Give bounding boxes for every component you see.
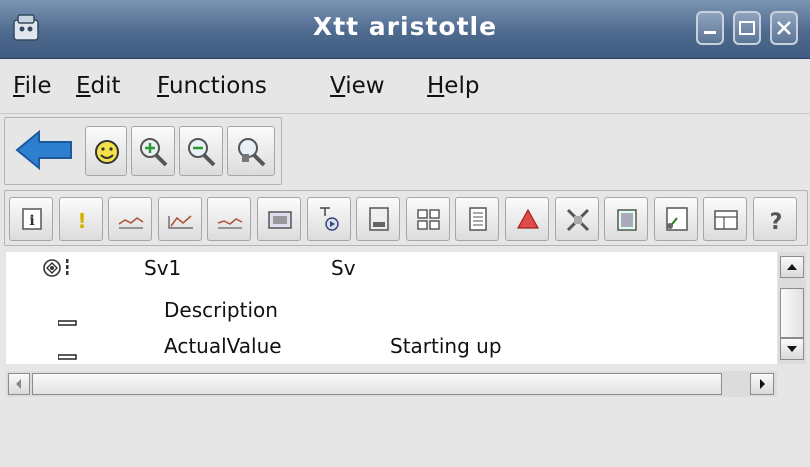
menu-functions[interactable]: Functions (157, 73, 267, 99)
help-class-icon (617, 209, 637, 231)
collect-button[interactable] (654, 197, 698, 241)
vertical-scrollbar[interactable] (778, 252, 806, 364)
object-tree-icon (42, 256, 82, 285)
zoom-out-button[interactable] (179, 126, 223, 176)
smiley-icon (95, 140, 119, 164)
menu-bar: File Edit Functions View Help (0, 59, 810, 114)
attribute-icon (57, 342, 78, 366)
main-toolbar (4, 117, 282, 185)
plc-icon (417, 209, 440, 230)
help-button[interactable]: ? (753, 197, 797, 241)
svg-text:?: ? (770, 210, 783, 235)
attribute-value: Starting up (390, 334, 502, 358)
tree-row[interactable]: Description (6, 298, 777, 328)
zoom-out-icon (188, 138, 216, 167)
scroll-left-button[interactable] (8, 373, 30, 395)
zoom-reset-button[interactable] (227, 126, 275, 176)
attribute-name: Description (164, 298, 278, 322)
zoom-in-button[interactable] (131, 126, 175, 176)
title-bar[interactable]: Xtt aristotle (0, 0, 810, 59)
open-class-icon (369, 207, 389, 231)
maximize-button[interactable] (733, 11, 761, 45)
attribute-name: ActualValue (164, 334, 282, 358)
alarm-icon: ! (77, 209, 86, 233)
back-arrow-icon (15, 129, 72, 171)
functions-toolbar: i!? (4, 190, 808, 246)
maximize-icon (739, 21, 755, 35)
block-events-icon (566, 208, 590, 232)
arrow-up-icon (787, 264, 797, 270)
scroll-down-button[interactable] (780, 338, 804, 360)
history-icon (217, 218, 243, 229)
object-tree[interactable]: Sv1 Sv Description ActualValue Starting … (6, 252, 777, 364)
alarm-button[interactable]: ! (59, 197, 103, 241)
arrow-left-icon (16, 379, 21, 389)
minimize-button[interactable] (696, 11, 724, 45)
collect-icon (666, 207, 688, 231)
scroll-up-button[interactable] (780, 256, 804, 278)
help-class-button[interactable] (604, 197, 648, 241)
menu-help[interactable]: Help (427, 73, 479, 99)
graph-button[interactable] (257, 197, 301, 241)
tree-row[interactable]: ActualValue Starting up (6, 334, 777, 362)
fast-curve-button[interactable] (158, 197, 202, 241)
plc-button[interactable] (406, 197, 450, 241)
tree-row[interactable]: Sv1 Sv (6, 254, 777, 282)
window-title: Xtt aristotle (312, 12, 498, 41)
close-icon (777, 21, 791, 35)
zoom-in-icon (140, 138, 168, 167)
menu-file[interactable]: File (13, 73, 52, 99)
menu-edit[interactable]: Edit (76, 73, 121, 99)
object-class: Sv (331, 256, 356, 280)
close-button[interactable] (770, 11, 798, 45)
fast-curve-icon (168, 215, 193, 229)
attribute-icon (57, 308, 78, 332)
object-info-icon: i (22, 208, 42, 230)
graph-icon (268, 211, 292, 229)
trend-icon (118, 217, 144, 229)
status-area (0, 400, 810, 467)
datasheet-button[interactable] (455, 197, 499, 241)
minimize-icon (704, 31, 716, 34)
block-events-button[interactable] (555, 197, 599, 241)
svg-text:i: i (29, 213, 34, 229)
open-class-button[interactable] (356, 197, 400, 241)
scroll-right-button[interactable] (750, 373, 774, 395)
history-button[interactable] (207, 197, 251, 241)
crossreferences-button[interactable] (307, 197, 351, 241)
svg-text:!: ! (77, 209, 86, 233)
warning-button[interactable] (505, 197, 549, 241)
horizontal-scroll-thumb[interactable] (32, 373, 722, 395)
warning-icon (516, 208, 540, 229)
object-name: Sv1 (144, 256, 182, 280)
crossreferences-icon (320, 207, 339, 231)
back-button[interactable] (9, 124, 81, 176)
object-info-button[interactable]: i (9, 197, 53, 241)
open-object-button[interactable] (703, 197, 747, 241)
arrow-right-icon (760, 379, 765, 389)
open-object-icon (714, 210, 738, 230)
help-icon: ? (770, 210, 783, 235)
arrow-down-icon (787, 346, 797, 352)
smiley-button[interactable] (85, 126, 127, 176)
horizontal-scrollbar[interactable] (6, 371, 777, 397)
trend-button[interactable] (108, 197, 152, 241)
zoom-reset-icon (238, 138, 266, 167)
vertical-scroll-thumb[interactable] (780, 288, 804, 338)
menu-view[interactable]: View (330, 73, 385, 99)
datasheet-icon (469, 207, 487, 231)
